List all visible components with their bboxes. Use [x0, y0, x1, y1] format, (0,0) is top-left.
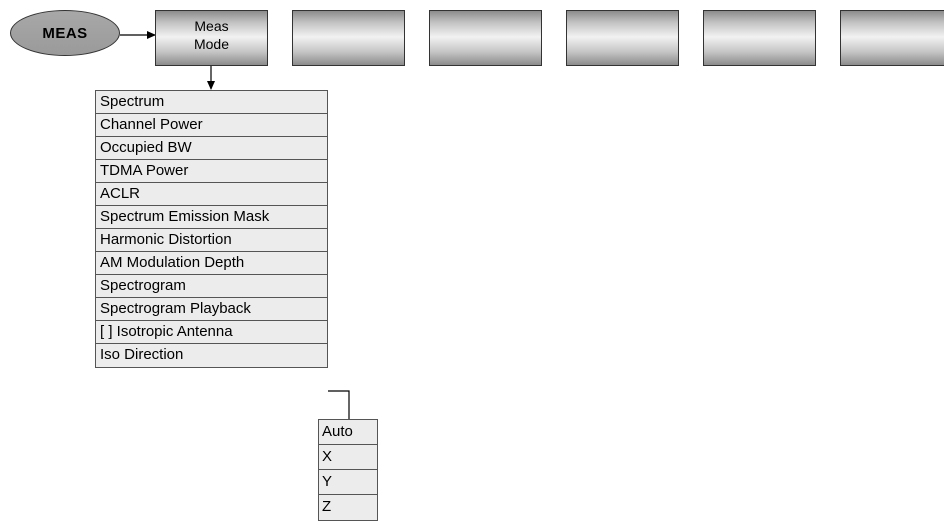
menu-item-tdma-power[interactable]: TDMA Power — [96, 160, 327, 183]
softkey-blank[interactable] — [566, 10, 679, 66]
menu-item-channel-power[interactable]: Channel Power — [96, 114, 327, 137]
menu-structure-diagram: MEAS Meas Mode Spectrum Channel Power Oc… — [0, 0, 944, 521]
softkey-blank[interactable] — [429, 10, 542, 66]
iso-direction-connector — [328, 390, 350, 419]
iso-direction-menu: Auto X Y Z — [318, 419, 378, 521]
meas-key-label: MEAS — [42, 24, 88, 42]
menu-item-aclr[interactable]: ACLR — [96, 183, 327, 206]
menu-item-auto[interactable]: Auto — [319, 420, 377, 445]
softkey-blank[interactable] — [840, 10, 944, 66]
menu-item-z[interactable]: Z — [319, 495, 377, 520]
softkey-label: Meas Mode — [193, 18, 230, 52]
menu-item-y[interactable]: Y — [319, 470, 377, 495]
menu-item-spectrogram[interactable]: Spectrogram — [96, 275, 327, 298]
menu-item-isotropic-antenna[interactable]: [ ] Isotropic Antenna — [96, 321, 327, 344]
menu-item-spectrogram-playback[interactable]: Spectrogram Playback — [96, 298, 327, 321]
meas-hard-key[interactable]: MEAS — [10, 10, 120, 56]
menu-item-occupied-bw[interactable]: Occupied BW — [96, 137, 327, 160]
menu-item-am-modulation-depth[interactable]: AM Modulation Depth — [96, 252, 327, 275]
menu-item-spectrum-emission-mask[interactable]: Spectrum Emission Mask — [96, 206, 327, 229]
menu-item-harmonic-distortion[interactable]: Harmonic Distortion — [96, 229, 327, 252]
softkey-blank[interactable] — [292, 10, 405, 66]
meas-mode-menu: Spectrum Channel Power Occupied BW TDMA … — [95, 90, 328, 368]
menu-item-iso-direction[interactable]: Iso Direction — [96, 344, 327, 367]
menu-item-x[interactable]: X — [319, 445, 377, 470]
softkey-meas-mode[interactable]: Meas Mode — [155, 10, 268, 66]
softkey-blank[interactable] — [703, 10, 816, 66]
menu-item-spectrum[interactable]: Spectrum — [96, 91, 327, 114]
